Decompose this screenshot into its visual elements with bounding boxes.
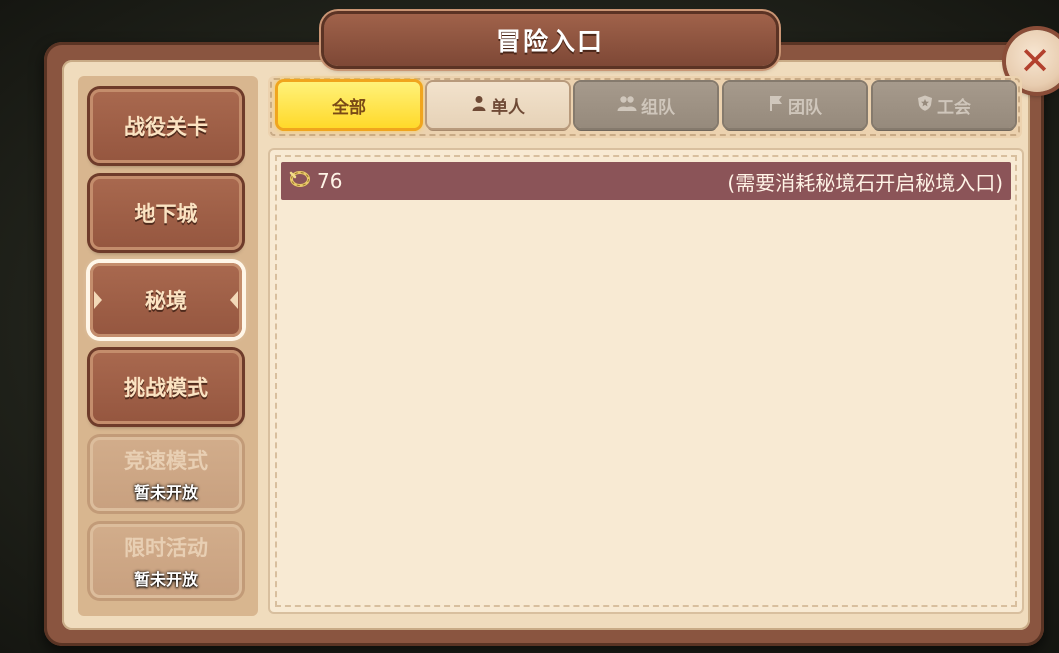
sidebar-item-label: 秘境 — [145, 289, 187, 313]
window-title: 冒险入口 — [495, 27, 604, 56]
tab-label: 组队 — [641, 97, 675, 118]
person-icon — [471, 95, 487, 115]
sidebar-item-label: 战役关卡 — [124, 115, 208, 139]
entry-list-panel — [270, 150, 1022, 612]
tab-label: 团队 — [788, 97, 822, 118]
sidebar-item-campaign[interactable]: 战役关卡 — [90, 89, 242, 163]
not-open-label: 暂未开放 — [133, 483, 198, 502]
sidebar-item-label: 挑战模式 — [124, 376, 208, 400]
tab-label: 单人 — [491, 97, 525, 118]
sidebar-item-dungeon[interactable]: 地下城 — [90, 176, 242, 250]
not-open-label: 暂未开放 — [133, 570, 198, 589]
tab-label: 工会 — [937, 97, 971, 118]
sidebar-item-label: 竞速模式 — [124, 449, 208, 473]
group-icon — [617, 95, 637, 115]
close-icon: ✕ — [1019, 39, 1051, 83]
tab-raid: 团队 — [724, 82, 866, 128]
tab-guild: 工会 — [873, 82, 1015, 128]
sidebar-item-label: 限时活动 — [124, 536, 208, 560]
sidebar-item-limited-event: 限时活动 暂未开放 — [90, 524, 242, 598]
sidebar-item-speedrun: 竞速模式 暂未开放 — [90, 437, 242, 511]
tab-label: 全部 — [332, 97, 366, 118]
tab-all[interactable]: 全部 — [278, 82, 420, 128]
title-banner: 冒险入口 — [324, 14, 776, 66]
list-item[interactable]: 76 (需要消耗秘境石开启秘境入口) — [281, 162, 1011, 200]
entry-note: (需要消耗秘境石开启秘境入口) — [727, 170, 1003, 195]
sidebar-item-secret-realm[interactable]: 秘境 — [90, 263, 242, 337]
entry-left: 76 — [289, 169, 342, 193]
tab-party: 组队 — [575, 82, 717, 128]
sidebar-item-label: 地下城 — [134, 202, 198, 226]
ring-key-icon — [289, 169, 311, 193]
sidebar-item-challenge[interactable]: 挑战模式 — [90, 350, 242, 424]
tab-solo[interactable]: 单人 — [427, 82, 569, 128]
shield-icon — [917, 95, 933, 115]
flag-icon — [768, 95, 784, 115]
key-count: 76 — [317, 169, 343, 193]
